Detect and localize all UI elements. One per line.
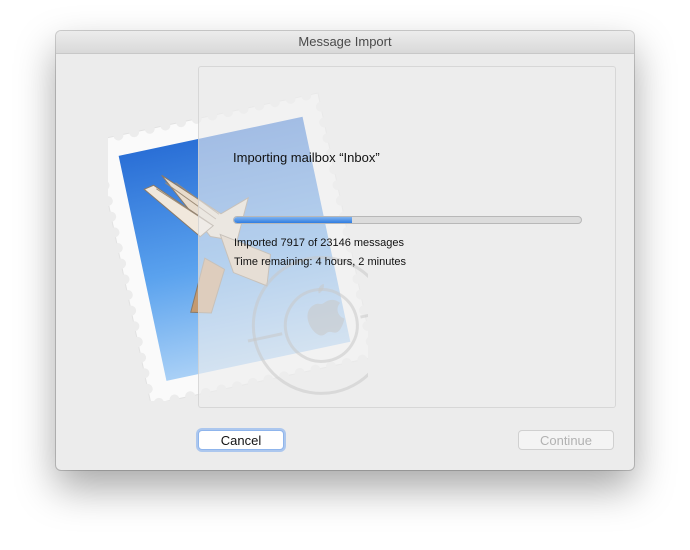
import-progress-bar <box>233 216 582 224</box>
continue-button[interactable]: Continue <box>518 430 614 450</box>
cancel-button[interactable]: Cancel <box>198 430 284 450</box>
import-heading: Importing mailbox “Inbox” <box>233 150 380 165</box>
imported-count-text: Imported 7917 of 23146 messages <box>234 237 405 249</box>
progress-fill <box>234 217 352 223</box>
time-remaining-text: Time remaining: 4 hours, 2 minutes <box>234 256 406 268</box>
window-title: Message Import <box>298 34 392 49</box>
title-bar[interactable]: Message Import <box>56 31 634 54</box>
message-import-window: Message Import Importing mailbox “Inbox”… <box>56 31 634 470</box>
